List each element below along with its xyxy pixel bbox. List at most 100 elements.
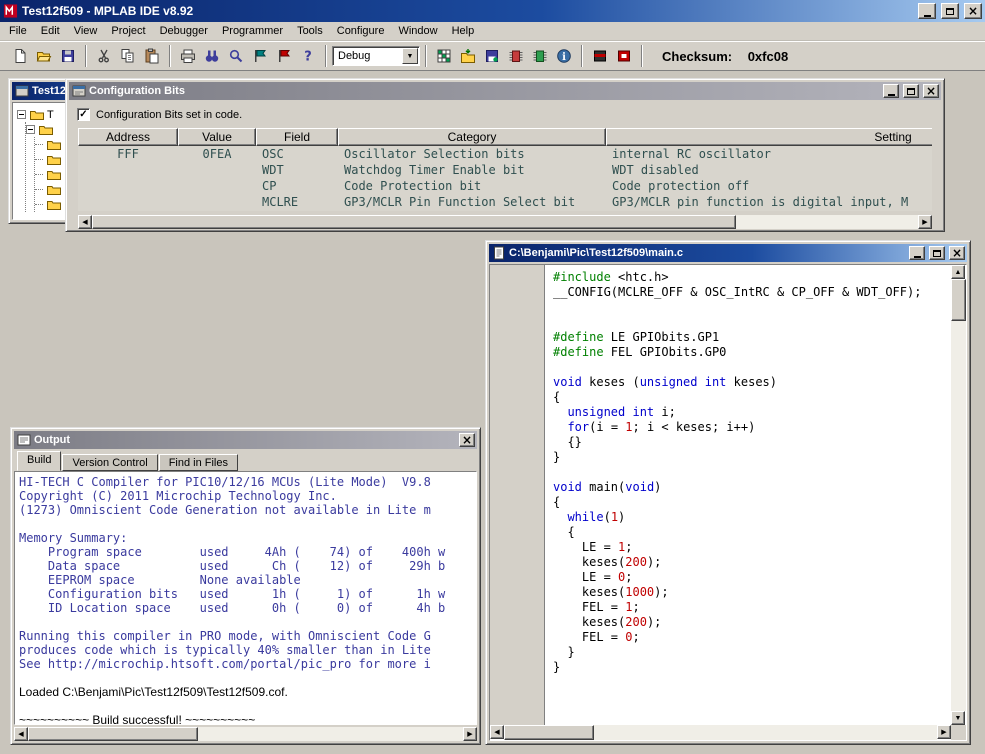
editor-gutter[interactable] <box>490 265 545 725</box>
toolbar-grid-button[interactable] <box>432 44 456 68</box>
editor-vscroll-thumb[interactable] <box>951 279 966 321</box>
open-file-icon <box>36 52 52 62</box>
editor-scroll-up-button[interactable]: ▲ <box>951 265 965 279</box>
menu-item-view[interactable]: View <box>67 23 105 39</box>
toolbar-chip-red-button[interactable] <box>504 44 528 68</box>
toolbar-chip-red-solid-button[interactable] <box>612 44 636 68</box>
toolbar-cut-button[interactable] <box>92 44 116 68</box>
app-titlebar[interactable]: Test12f509 - MPLAB IDE v8.92 × <box>0 0 985 22</box>
editor-hscroll-track[interactable] <box>504 725 937 740</box>
toolbar-save-file-button[interactable] <box>56 44 80 68</box>
folder-icon <box>29 107 44 122</box>
code-area[interactable]: #include <htc.h> __CONFIG(MCLRE_OFF & OSC… <box>545 265 951 725</box>
config-cell: GP3/MCLR pin function is digital input, … <box>612 195 909 209</box>
menu-item-configure[interactable]: Configure <box>330 23 392 39</box>
editor-hscrollbar[interactable]: ◀ ▶ <box>490 725 951 740</box>
toolbar-print-button[interactable] <box>176 44 200 68</box>
build-configuration-select[interactable]: Debug ▼ <box>332 46 420 66</box>
editor-minimize-button[interactable] <box>909 246 925 260</box>
debug-toolbar-group: i <box>432 44 576 68</box>
toolbar-bookmark-teal-button[interactable] <box>248 44 272 68</box>
cut-icon <box>98 49 109 63</box>
menu-item-programmer[interactable]: Programmer <box>215 23 290 39</box>
config-column-header-category: Category <box>338 128 606 146</box>
output-close-button[interactable]: × <box>459 433 475 447</box>
config-scroll-left-button[interactable]: ◀ <box>78 215 92 229</box>
editor-vscrollbar[interactable]: ▲ ▼ <box>951 265 966 725</box>
editor-scroll-right-button[interactable]: ▶ <box>937 725 951 739</box>
toolbar-chip-green-button[interactable] <box>528 44 552 68</box>
mplab-ide-window: Test12f509 - MPLAB IDE v8.92 × File Edit V… <box>0 0 985 754</box>
output-line: EEPROM space None available <box>19 573 301 587</box>
toolbar-bookmark-red-button[interactable] <box>272 44 296 68</box>
app-close-button[interactable]: × <box>964 3 982 19</box>
output-hscroll-thumb[interactable] <box>28 727 198 741</box>
config-scroll-right-button[interactable]: ▶ <box>918 215 932 229</box>
toolbar-info-button[interactable]: i <box>552 44 576 68</box>
editor-client-area: #include <htc.h> __CONFIG(MCLRE_OFF & OSC… <box>489 264 967 741</box>
config-minimize-button[interactable] <box>883 84 899 98</box>
toolbar-folder-import-button[interactable] <box>456 44 480 68</box>
toolbar-help-button[interactable]: ? <box>296 44 320 68</box>
combo-dropdown-button[interactable]: ▼ <box>402 48 418 64</box>
tab-version-control[interactable]: Version Control <box>62 454 158 471</box>
collapse-toggle[interactable] <box>26 125 35 134</box>
toolbar-chip-black-button[interactable] <box>588 44 612 68</box>
toolbar-find-button[interactable] <box>200 44 224 68</box>
config-titlebar[interactable]: Configuration Bits × <box>69 82 941 100</box>
menu-item-project[interactable]: Project <box>104 23 152 39</box>
config-cell: OSC <box>262 147 284 161</box>
output-line: HI-TECH C Compiler for PIC10/12/16 MCUs … <box>19 475 431 489</box>
menu-item-window[interactable]: Window <box>391 23 444 39</box>
tab-build[interactable]: Build <box>17 451 62 471</box>
output-scroll-left-button[interactable]: ◀ <box>14 727 28 741</box>
config-row[interactable]: FFF 0FEA OSC Oscillator Selection bits inter… <box>78 146 932 162</box>
toolbar-separator <box>85 45 87 67</box>
app-maximize-button[interactable] <box>941 3 959 19</box>
config-cell: internal RC oscillator <box>612 147 771 161</box>
menu-item-help[interactable]: Help <box>445 23 482 39</box>
output-titlebar[interactable]: Output × <box>14 431 477 449</box>
tab-find-in-files[interactable]: Find in Files <box>158 454 238 471</box>
config-hscrollbar[interactable]: ◀ ▶ <box>78 215 932 229</box>
menu-item-tools[interactable]: Tools <box>290 23 330 39</box>
config-hscroll-track[interactable] <box>92 215 918 229</box>
collapse-toggle[interactable] <box>17 110 26 119</box>
config-row[interactable]: WDT Watchdog Timer Enable bit WDT disabled <box>78 162 932 178</box>
config-bits-in-code-checkbox[interactable]: ✓ <box>77 108 90 121</box>
editor-maximize-button[interactable] <box>929 246 945 260</box>
toolbar-open-file-button[interactable] <box>32 44 56 68</box>
editor-close-button[interactable]: × <box>949 246 965 260</box>
editor-titlebar[interactable]: C:\Benjami\Pic\Test12f509\main.c × <box>489 244 967 262</box>
config-cell: FFF <box>117 147 139 161</box>
config-hscroll-thumb[interactable] <box>92 215 737 229</box>
editor-scroll-down-button[interactable]: ▼ <box>951 711 965 725</box>
output-hscroll-track[interactable] <box>28 727 463 741</box>
code-line: FEL = 1; <box>553 600 640 614</box>
tree-connector <box>35 144 43 145</box>
app-minimize-button[interactable] <box>918 3 936 19</box>
config-row[interactable]: MCLRE GP3/MCLR Pin Function Select bit GP3… <box>78 194 932 210</box>
config-maximize-button[interactable] <box>903 84 919 98</box>
toolbar-paste-button[interactable] <box>140 44 164 68</box>
menu-item-file[interactable]: File <box>2 23 34 39</box>
output-scroll-right-button[interactable]: ▶ <box>463 727 477 741</box>
grid-icon <box>437 49 451 63</box>
close-icon: × <box>461 433 473 447</box>
editor-hscroll-thumb[interactable] <box>504 725 594 740</box>
output-line: Data space used Ch ( 12) of 29h b <box>19 559 446 573</box>
menu-item-debugger[interactable]: Debugger <box>153 23 215 39</box>
toolbar-copy-button[interactable] <box>116 44 140 68</box>
editor-vscroll-track[interactable] <box>951 279 966 711</box>
config-cell: Oscillator Selection bits <box>344 147 525 161</box>
config-close-button[interactable]: × <box>923 84 939 98</box>
menu-item-edit[interactable]: Edit <box>34 23 67 39</box>
output-hscrollbar[interactable]: ◀ ▶ <box>14 727 477 741</box>
minimize-icon <box>913 256 921 258</box>
toolbar-save-disk-button[interactable] <box>480 44 504 68</box>
toolbar-find-next-button[interactable] <box>224 44 248 68</box>
editor-scroll-left-button[interactable]: ◀ <box>490 725 504 739</box>
toolbar-new-file-button[interactable] <box>8 44 32 68</box>
file-toolbar-group <box>8 44 80 68</box>
config-row[interactable]: CP Code Protection bit Code protection off <box>78 178 932 194</box>
